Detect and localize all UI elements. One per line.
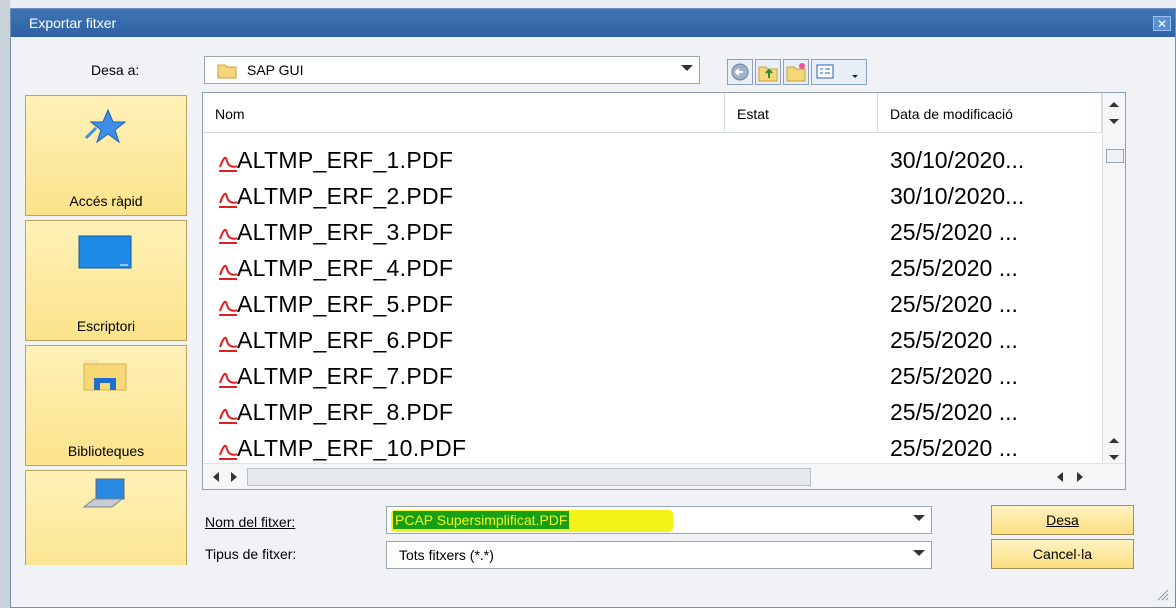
place-label: Escriptori [76, 318, 136, 334]
pdf-file-icon [219, 264, 238, 280]
view-grid-icon [816, 64, 858, 79]
file-name: ALTMP_ERF_7.PDF [237, 363, 454, 389]
background-left-edge [0, 0, 10, 608]
pdf-file-icon [219, 444, 238, 460]
scroll-right-icon [1077, 472, 1083, 482]
scroll-up-icon [1109, 438, 1119, 443]
file-name: ALTMP_ERF_5.PDF [237, 291, 454, 317]
filetype-value: Tots fitxers (*.*) [399, 547, 494, 563]
dialog-title: Exportar fitxer [29, 15, 117, 31]
scroll-up-icon [1109, 102, 1119, 107]
place-quick-access[interactable]: Accés ràpid [25, 95, 187, 216]
place-label: Accés ràpid [69, 193, 143, 209]
place-label: Biblioteques [67, 443, 145, 459]
save-in-dropdown[interactable]: SAP GUI [204, 56, 700, 84]
file-name: ALTMP_ERF_1.PDF [237, 147, 454, 173]
star-icon [84, 108, 126, 144]
place-computer[interactable] [25, 470, 187, 565]
export-dialog: Exportar fitxer ✕ Desa a: SAP GUI Accés … [10, 8, 1176, 608]
cancel-button[interactable]: Cancel·la [991, 539, 1134, 569]
file-name: ALTMP_ERF_2.PDF [237, 183, 454, 209]
computer-icon [82, 478, 125, 508]
file-name: ALTMP_ERF_10.PDF [237, 435, 467, 461]
pdf-file-icon [219, 228, 238, 244]
file-date: 25/5/2020 ... [890, 399, 1018, 425]
pdf-file-icon [219, 408, 238, 424]
vertical-scrollbar[interactable] [1102, 93, 1125, 463]
file-list[interactable]: Nom Estat Data de modificació ALTMP_ERF_… [202, 92, 1126, 490]
filename-label: Nom del fitxer: [205, 514, 296, 530]
view-menu-button[interactable] [811, 59, 867, 85]
scroll-right-icon [231, 472, 237, 482]
filetype-label: Tipus de fitxer: [205, 546, 297, 562]
file-name: ALTMP_ERF_6.PDF [237, 327, 454, 353]
file-date: 25/5/2020 ... [890, 255, 1018, 281]
filename-input[interactable]: PCAP Supersimplificat.PDF [386, 506, 932, 534]
scroll-thumb[interactable] [1106, 149, 1124, 163]
chevron-down-icon [681, 65, 693, 71]
back-button[interactable] [727, 59, 753, 85]
filename-value: PCAP Supersimplificat.PDF [393, 511, 570, 529]
title-bar: Exportar fitxer ✕ [11, 9, 1175, 37]
folder-icon [217, 64, 237, 79]
scroll-left-icon [1057, 472, 1063, 482]
save-in-label: Desa a: [91, 62, 140, 78]
pdf-file-icon [219, 192, 238, 208]
scroll-left-icon [213, 472, 219, 482]
place-desktop[interactable]: Escriptori [25, 220, 187, 341]
background-strip [0, 0, 1176, 8]
resize-grip-icon[interactable] [1155, 587, 1169, 601]
pdf-file-icon [219, 372, 238, 388]
scroll-down-icon [1109, 455, 1119, 460]
chevron-down-icon [913, 550, 925, 556]
up-folder-icon [758, 66, 778, 82]
pdf-file-icon [219, 300, 238, 316]
filetype-dropdown[interactable]: Tots fitxers (*.*) [386, 541, 932, 569]
file-date: 25/5/2020 ... [890, 435, 1018, 461]
file-name: ALTMP_ERF_8.PDF [237, 399, 454, 425]
column-header-status[interactable]: Estat [725, 93, 878, 133]
file-date: 30/10/2020... [890, 183, 1025, 209]
file-date: 25/5/2020 ... [890, 363, 1018, 389]
up-folder-button[interactable] [755, 59, 781, 85]
close-button[interactable]: ✕ [1153, 16, 1171, 31]
new-folder-icon [786, 63, 806, 82]
places-bar: Accés ràpid Escriptori Biblioteques [25, 95, 187, 565]
file-date: 25/5/2020 ... [890, 291, 1018, 317]
libraries-icon [83, 360, 127, 391]
desktop-icon [78, 235, 132, 269]
save-in-value: SAP GUI [247, 62, 304, 78]
file-name: ALTMP_ERF_3.PDF [237, 219, 454, 245]
chevron-down-icon [913, 515, 925, 521]
column-header-modified[interactable]: Data de modificació [878, 93, 1102, 133]
pdf-file-icon [219, 156, 238, 172]
scroll-down-icon [1109, 119, 1119, 124]
scroll-thumb[interactable] [247, 468, 811, 486]
place-libraries[interactable]: Biblioteques [25, 345, 187, 466]
save-button[interactable]: Desa [991, 505, 1134, 535]
new-folder-button[interactable] [783, 59, 809, 85]
file-name: ALTMP_ERF_4.PDF [237, 255, 454, 281]
file-date: 25/5/2020 ... [890, 327, 1018, 353]
file-date: 30/10/2020... [890, 147, 1025, 173]
pdf-file-icon [219, 336, 238, 352]
horizontal-scrollbar[interactable] [203, 463, 1125, 489]
back-arrow-icon [731, 63, 749, 81]
column-header-name[interactable]: Nom [203, 93, 725, 133]
file-date: 25/5/2020 ... [890, 219, 1018, 245]
